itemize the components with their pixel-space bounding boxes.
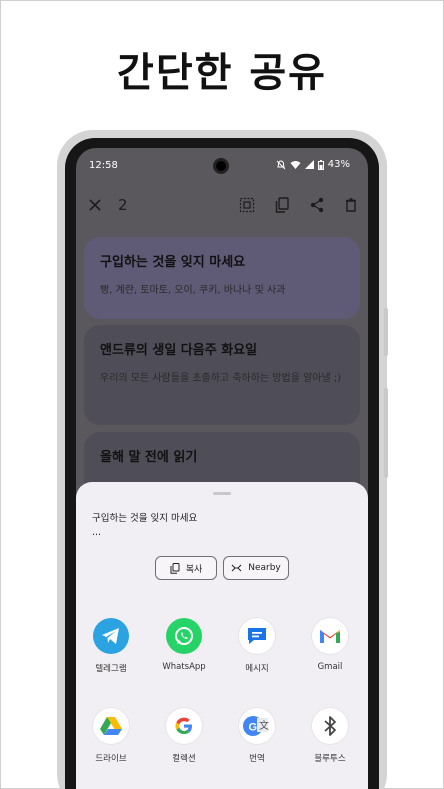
status-icons: 43% [276, 159, 350, 170]
share-target-label: 메시지 [245, 664, 269, 674]
status-bar: 12:58 43% [76, 148, 368, 184]
share-target-label: 번역 [249, 754, 265, 764]
whatsapp-icon [166, 618, 202, 654]
svg-text:G: G [249, 722, 258, 734]
share-sheet: 구입하는 것을 잊지 마세요 ... 복사 Nearby 텔레그램 WhatsA… [76, 482, 368, 789]
phone-screen: 12:58 43% 2 구입하는 것을 잊지 마세요 빵, 계란, 토마토, 오… [76, 148, 368, 789]
share-target-label: 컬렉션 [172, 754, 196, 764]
nearby-share-button[interactable]: Nearby [223, 556, 289, 580]
messages-icon [239, 618, 275, 654]
note-body: 빵, 계란, 토마토, 오이, 쿠키, 바나나 및 사과 [100, 285, 286, 296]
note-body: 우리의 모든 사람들을 초출하고 축하하는 방법을 알아낼 ;) [100, 373, 342, 384]
page-headline: 간단한 공유 [117, 50, 327, 96]
share-target-label: WhatsApp [162, 662, 206, 672]
status-time: 12:58 [89, 160, 118, 171]
bluetooth-icon [312, 708, 348, 744]
share-preview: 구입하는 것을 잊지 마세요 ... [92, 512, 197, 540]
share-target-collections[interactable]: 컬렉션 [149, 708, 219, 764]
battery-level: 43% [327, 159, 350, 170]
signal-icon [304, 160, 314, 169]
share-target-translate[interactable]: G文 번역 [222, 708, 292, 764]
share-target-whatsapp[interactable]: WhatsApp [149, 618, 219, 672]
share-target-messages[interactable]: 메시지 [222, 618, 292, 674]
select-all-icon[interactable] [238, 196, 256, 214]
google-icon [166, 708, 202, 744]
share-target-label: Gmail [317, 662, 343, 672]
translate-icon: G文 [239, 708, 275, 744]
selected-count: 2 [118, 196, 128, 214]
share-target-label: 드라이브 [95, 754, 127, 764]
note-title: 앤드류의 생일 다음주 화요일 [100, 343, 258, 358]
share-target-drive[interactable]: 드라이브 [76, 708, 146, 764]
share-target-label: 텔레그램 [95, 664, 127, 674]
close-icon[interactable] [86, 196, 104, 214]
drag-handle[interactable] [213, 492, 231, 495]
share-target-label: 블루투스 [314, 754, 346, 764]
note-card[interactable]: 앤드류의 생일 다음주 화요일 우리의 모든 사람들을 초출하고 축하하는 방법… [84, 325, 360, 425]
gmail-icon [312, 618, 348, 654]
note-title: 구입하는 것을 잊지 마세요 [100, 255, 246, 270]
mute-icon [276, 159, 286, 169]
nearby-icon [231, 564, 242, 572]
phone-side-button [384, 308, 388, 356]
share-icon[interactable] [308, 196, 326, 214]
share-target-gmail[interactable]: Gmail [295, 618, 365, 672]
drive-icon [93, 708, 129, 744]
wifi-icon [290, 160, 301, 169]
share-target-bluetooth[interactable]: 블루투스 [295, 708, 365, 764]
share-preview-ellipsis: ... [92, 527, 102, 538]
share-target-telegram[interactable]: 텔레그램 [76, 618, 146, 674]
copy-icon [170, 562, 180, 574]
svg-text:文: 文 [259, 719, 269, 732]
battery-icon [317, 159, 324, 170]
share-preview-text: 구입하는 것을 잊지 마세요 [92, 513, 198, 524]
copy-button[interactable]: 복사 [155, 556, 217, 580]
selection-toolbar: 2 [76, 188, 368, 224]
note-title: 올해 말 전에 읽기 [100, 450, 198, 465]
phone-volume-button [384, 388, 388, 478]
copy-icon[interactable] [273, 196, 291, 214]
telegram-icon [93, 618, 129, 654]
note-card[interactable]: 구입하는 것을 잊지 마세요 빵, 계란, 토마토, 오이, 쿠키, 바나나 및… [84, 237, 360, 319]
front-camera [213, 158, 229, 174]
nearby-label: Nearby [248, 563, 281, 573]
copy-label: 복사 [185, 564, 203, 575]
delete-icon[interactable] [342, 196, 360, 214]
